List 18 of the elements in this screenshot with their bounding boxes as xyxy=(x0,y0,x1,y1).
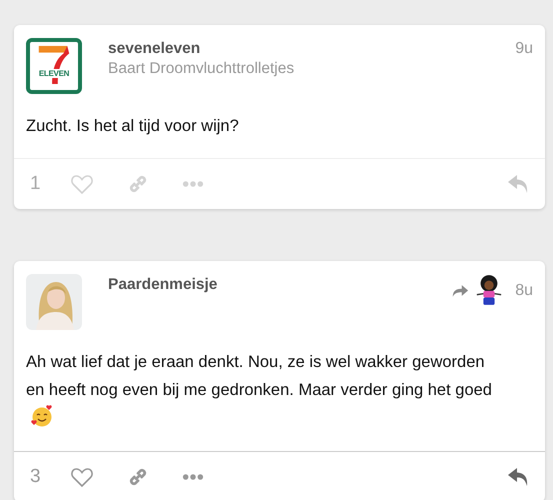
post-text: Ah wat lief dat je eraan denkt. Nou, ze is wel wakker geworden en heeft nog even bij me gedronken. Maar verder ging het goed xyxy=(26,348,495,433)
post-time: 8u xyxy=(515,281,533,300)
heart-icon[interactable] xyxy=(70,466,94,488)
share-arrow-icon xyxy=(451,282,470,298)
user-subtitle: Baart Droomvluchttrolletjes xyxy=(108,60,296,78)
more-icon[interactable] xyxy=(182,180,204,188)
post-time: 9u xyxy=(515,39,533,58)
brand-logo[interactable]: ELEVEN xyxy=(26,38,82,94)
heart-icon[interactable] xyxy=(70,173,94,195)
like-count: 1 xyxy=(30,173,42,195)
more-icon[interactable] xyxy=(182,473,204,481)
author-name[interactable]: Paardenmeisje xyxy=(108,276,452,294)
post-text: Zucht. Is het al tijd voor wijn? xyxy=(26,116,240,137)
logo-text: ELEVEN xyxy=(38,69,70,78)
user-avatar-icon[interactable] xyxy=(475,274,504,306)
like-count: 3 xyxy=(30,466,42,488)
smiling-face-icon xyxy=(30,404,54,428)
author-name[interactable]: seveneleven xyxy=(108,40,516,58)
